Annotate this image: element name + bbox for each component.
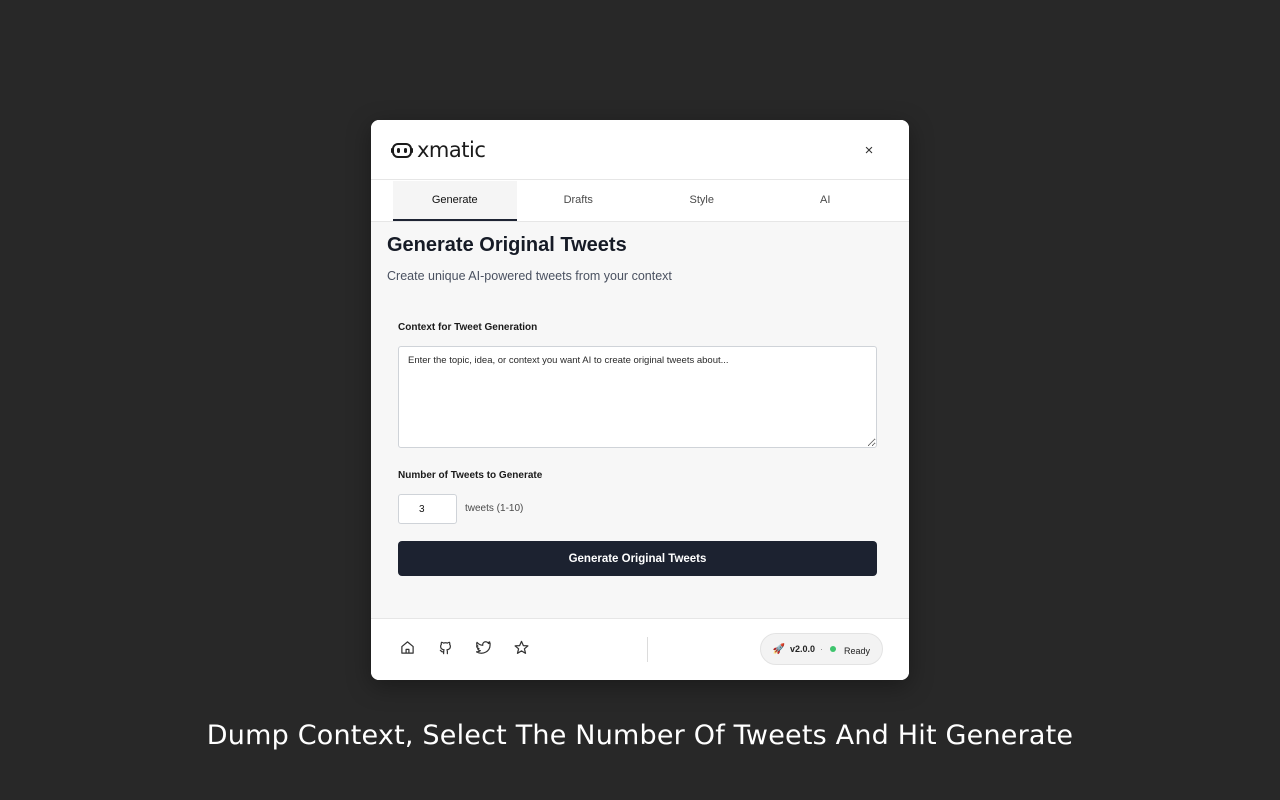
twitter-icon[interactable] — [475, 639, 492, 656]
star-icon[interactable] — [513, 639, 530, 656]
popup-footer: 🚀 v2.0.0 · Ready — [371, 618, 909, 680]
close-button[interactable]: × — [859, 140, 879, 160]
page-subtitle: Create unique AI-powered tweets from you… — [387, 269, 672, 283]
tab-style[interactable]: Style — [640, 181, 764, 221]
extension-popup: xmatic × Generate Drafts Style AI Genera… — [371, 120, 909, 680]
generate-button[interactable]: Generate Original Tweets — [398, 541, 877, 576]
page-title: Generate Original Tweets — [387, 234, 627, 256]
tab-generate[interactable]: Generate — [393, 181, 517, 221]
tweet-count-row: tweets (1-10) — [398, 494, 523, 524]
context-input[interactable] — [398, 346, 877, 448]
version-label: v2.0.0 — [789, 644, 815, 654]
footer-links — [399, 639, 530, 656]
status-indicator-icon — [829, 646, 836, 652]
logo-text: xmatic — [417, 138, 486, 162]
popup-header: xmatic × — [371, 120, 909, 180]
separator: · — [819, 644, 823, 654]
tweet-count-input[interactable] — [398, 494, 457, 524]
promo-caption: Dump Context, Select The Number Of Tweet… — [206, 720, 1074, 751]
status-label: Ready — [843, 646, 870, 656]
context-label: Context for Tweet Generation — [398, 322, 538, 333]
tab-bar: Generate Drafts Style AI — [393, 181, 887, 221]
app-logo: xmatic — [391, 138, 486, 162]
footer-divider — [647, 637, 648, 662]
version-status-badge: 🚀 v2.0.0 · Ready — [759, 633, 883, 665]
github-icon[interactable] — [437, 639, 454, 656]
tab-drafts[interactable]: Drafts — [517, 181, 641, 221]
tweet-count-label: Number of Tweets to Generate — [398, 470, 543, 481]
tab-ai[interactable]: AI — [764, 181, 888, 221]
generate-panel: Generate Original Tweets Create unique A… — [371, 222, 909, 618]
rocket-icon: 🚀 — [772, 643, 785, 655]
robot-logo-icon — [391, 143, 413, 158]
close-icon: × — [864, 141, 874, 159]
tweet-count-hint: tweets (1-10) — [465, 502, 524, 514]
home-icon[interactable] — [399, 639, 416, 656]
